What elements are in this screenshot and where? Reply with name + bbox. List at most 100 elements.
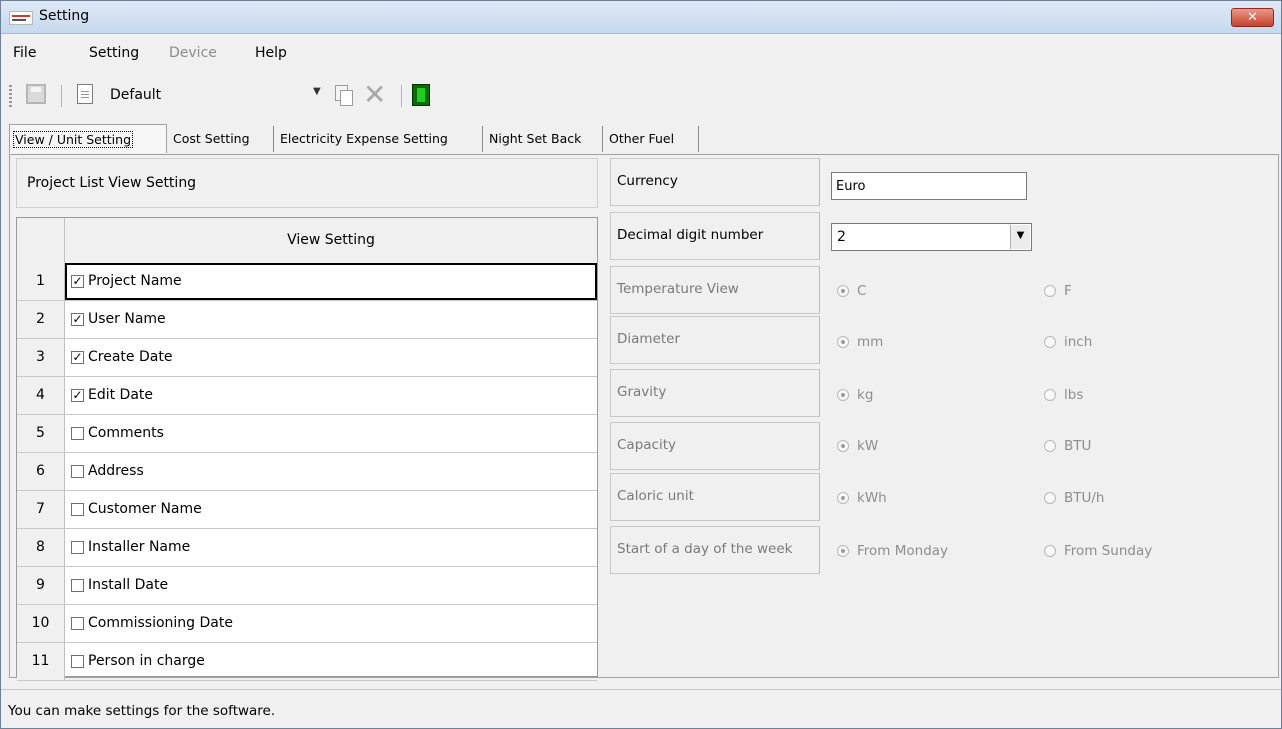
menu-file[interactable]: File <box>13 45 36 61</box>
radio-button-icon <box>1044 440 1056 452</box>
view-setting-cell[interactable]: Install Date <box>65 567 597 604</box>
decimal-digit-select[interactable]: 2 ▼ <box>831 223 1032 251</box>
table-row[interactable]: 5 Comments <box>17 415 597 453</box>
project-list-header: Project List View Setting <box>16 158 598 208</box>
radio-button-icon <box>837 492 849 504</box>
tab-night-set-back[interactable]: Night Set Back <box>485 126 603 152</box>
radio-button-icon <box>837 389 849 401</box>
profile-value: Default <box>110 87 162 103</box>
table-row[interactable]: 3 ✓ Create Date <box>17 339 597 377</box>
view-setting-cell[interactable]: ✓ Project Name <box>65 263 597 300</box>
row-checkbox[interactable] <box>71 427 84 440</box>
row-checkbox[interactable]: ✓ <box>71 389 84 402</box>
row-checkbox[interactable]: ✓ <box>71 313 84 326</box>
row-number: 8 <box>17 529 65 566</box>
table-row[interactable]: 7 Customer Name <box>17 491 597 529</box>
radio-button-icon <box>1044 545 1056 557</box>
view-setting-cell[interactable]: Installer Name <box>65 529 597 566</box>
device-icon[interactable] <box>412 84 430 106</box>
grid-corner <box>17 218 65 263</box>
delete-icon[interactable]: ✕ <box>363 80 386 110</box>
radio-button-icon <box>837 545 849 557</box>
row-number: 5 <box>17 415 65 452</box>
save-icon[interactable] <box>26 84 46 104</box>
tab-strip: View / Unit Setting Cost Setting Electri… <box>9 124 1279 154</box>
table-row[interactable]: 9 Install Date <box>17 567 597 605</box>
currency-input[interactable] <box>831 172 1027 200</box>
view-setting-cell[interactable]: ✓ Edit Date <box>65 377 597 414</box>
radio-button-icon <box>1044 389 1056 401</box>
row-checkbox[interactable] <box>71 503 84 516</box>
row-checkbox[interactable] <box>71 655 84 668</box>
row-number: 2 <box>17 301 65 338</box>
row-number: 11 <box>17 643 65 680</box>
table-row[interactable]: 6 Address <box>17 453 597 491</box>
profile-dropdown[interactable]: Default ▼ <box>110 81 330 109</box>
new-document-icon[interactable] <box>77 84 93 104</box>
capacity-label: Capacity <box>610 422 820 470</box>
gravity-label: Gravity <box>610 369 820 417</box>
tab-electricity-expense-setting[interactable]: Electricity Expense Setting <box>276 126 483 152</box>
view-setting-cell[interactable]: Customer Name <box>65 491 597 528</box>
row-checkbox[interactable] <box>71 541 84 554</box>
view-setting-cell[interactable]: ✓ Create Date <box>65 339 597 376</box>
tab-cost-setting[interactable]: Cost Setting <box>169 126 274 152</box>
column-header-view-setting[interactable]: View Setting <box>65 232 597 248</box>
caloric-unit-label: Caloric unit <box>610 473 820 521</box>
grid-header: View Setting <box>17 218 597 264</box>
view-setting-cell[interactable]: Commissioning Date <box>65 605 597 642</box>
row-label: Comments <box>88 425 164 441</box>
row-number: 1 <box>17 263 65 300</box>
tab-view-unit-setting[interactable]: View / Unit Setting <box>9 124 167 153</box>
dropdown-arrow-icon: ▼ <box>313 86 321 97</box>
temperature-view-label: Temperature View <box>610 266 820 314</box>
table-row[interactable]: 11 Person in charge <box>17 643 597 681</box>
toolbar-grip[interactable] <box>9 85 12 107</box>
row-label: Address <box>88 463 144 479</box>
radio-button-icon <box>837 285 849 297</box>
radio-button-icon <box>837 336 849 348</box>
copy-icon[interactable] <box>335 85 353 106</box>
app-logo-icon <box>9 11 33 25</box>
row-number: 6 <box>17 453 65 490</box>
menu-help[interactable]: Help <box>255 45 287 61</box>
row-label: Install Date <box>88 577 169 593</box>
currency-label: Currency <box>610 158 820 206</box>
table-row[interactable]: 10 Commissioning Date <box>17 605 597 643</box>
setting-window: Setting ✕ File Setting Device Help Defau… <box>0 0 1282 729</box>
row-checkbox[interactable]: ✓ <box>71 351 84 364</box>
view-setting-cell[interactable]: Address <box>65 453 597 490</box>
menu-setting[interactable]: Setting <box>89 45 139 61</box>
table-row[interactable]: 8 Installer Name <box>17 529 597 567</box>
row-checkbox[interactable] <box>71 465 84 478</box>
view-setting-cell[interactable]: ✓ User Name <box>65 301 597 338</box>
view-setting-cell[interactable]: Comments <box>65 415 597 452</box>
row-label: Project Name <box>88 273 182 289</box>
toolbar-separator <box>401 85 402 107</box>
row-checkbox[interactable]: ✓ <box>71 275 84 288</box>
table-row[interactable]: 1 ✓ Project Name <box>17 263 597 301</box>
status-bar: You can make settings for the software. <box>1 689 1281 728</box>
diameter-label: Diameter <box>610 316 820 364</box>
row-checkbox[interactable] <box>71 617 84 630</box>
row-number: 10 <box>17 605 65 642</box>
row-label: Customer Name <box>88 501 202 517</box>
row-label: User Name <box>88 311 166 327</box>
table-row[interactable]: 2 ✓ User Name <box>17 301 597 339</box>
row-number: 9 <box>17 567 65 604</box>
row-label: Commissioning Date <box>88 615 233 631</box>
title-bar[interactable]: Setting ✕ <box>1 1 1281 34</box>
close-button[interactable]: ✕ <box>1231 8 1274 27</box>
row-number: 3 <box>17 339 65 376</box>
radio-button-icon <box>1044 285 1056 297</box>
table-row[interactable]: 4 ✓ Edit Date <box>17 377 597 415</box>
view-setting-cell[interactable]: Person in charge <box>65 643 597 680</box>
row-label: Person in charge <box>88 653 205 669</box>
row-label: Create Date <box>88 349 173 365</box>
tab-other-fuel[interactable]: Other Fuel <box>605 126 699 152</box>
menu-device[interactable]: Device <box>169 45 217 61</box>
row-checkbox[interactable] <box>71 579 84 592</box>
row-number: 4 <box>17 377 65 414</box>
dropdown-arrow-icon[interactable]: ▼ <box>1010 225 1030 249</box>
toolbar-separator <box>61 85 62 107</box>
